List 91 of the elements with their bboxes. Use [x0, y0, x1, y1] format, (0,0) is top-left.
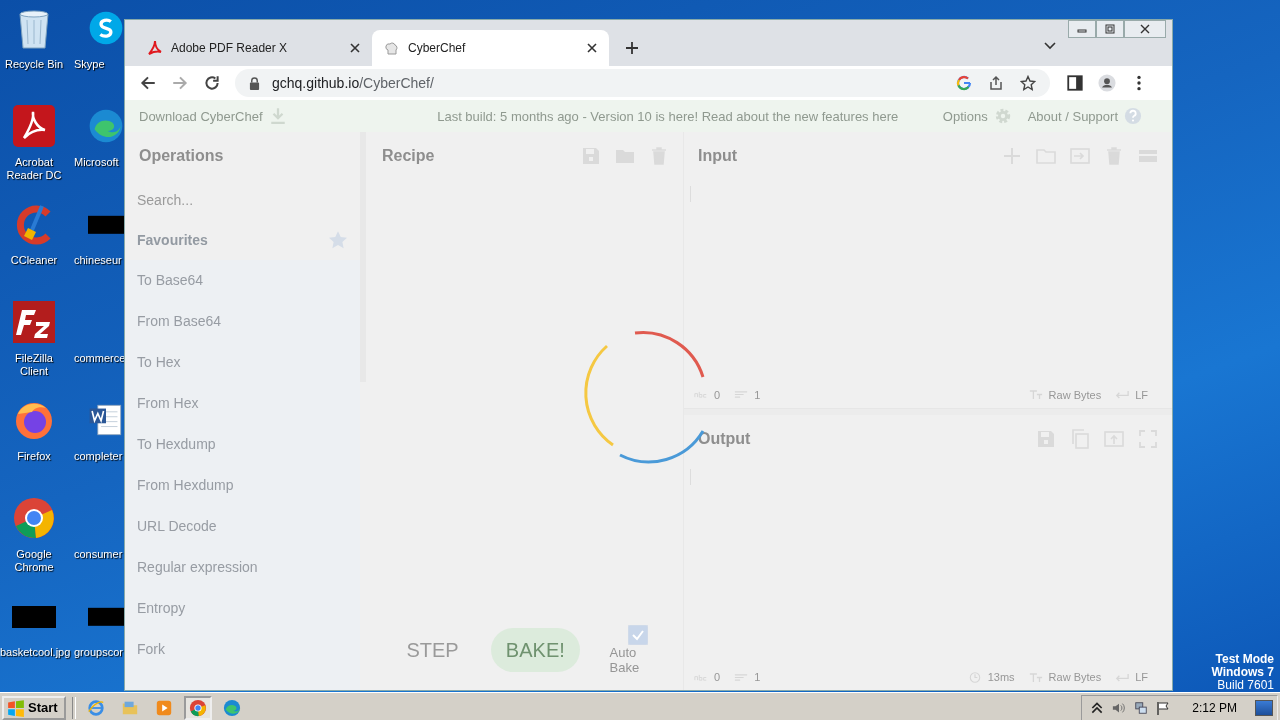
start-button[interactable]: Start	[2, 695, 66, 720]
media-player-icon[interactable]	[154, 698, 173, 717]
download-link[interactable]: Download CyberChef	[139, 108, 263, 124]
star-icon[interactable]	[1020, 75, 1036, 91]
chrome-icon[interactable]	[12, 496, 56, 540]
windows-logo-icon[interactable]	[7, 698, 25, 717]
desktop-icon-label[interactable]: FileZilla Client	[0, 352, 68, 378]
operation-item[interactable]: URL Decode	[125, 506, 360, 547]
internet-explorer-icon[interactable]	[86, 698, 105, 717]
checkbox[interactable]	[628, 625, 649, 645]
desktop-icon-label[interactable]: Firefox	[0, 450, 68, 463]
system-notice: Windows 7	[1211, 666, 1274, 679]
lines-value: 1	[754, 671, 761, 683]
desktop-icon-label[interactable]: groupscor	[74, 646, 123, 659]
panel-title: Output	[698, 429, 751, 448]
reload-icon[interactable]	[203, 74, 221, 92]
new-tab-icon[interactable]	[625, 41, 639, 55]
operation-item[interactable]: To Hexdump	[125, 424, 360, 465]
clock-icon	[967, 671, 982, 683]
desktop-icon-label[interactable]: Skype	[74, 58, 105, 71]
desktop-icon-label[interactable]: commerce	[74, 352, 126, 365]
desktop-icon-label[interactable]: chineseur	[74, 254, 122, 267]
eol-value[interactable]: LF	[1135, 671, 1148, 683]
system-notice: Build 7601	[1217, 679, 1274, 692]
chevron-down-icon[interactable]	[1044, 42, 1056, 50]
show-desktop-button[interactable]	[1255, 699, 1273, 716]
star-icon[interactable]	[328, 230, 348, 250]
system-notice: Test Mode	[1215, 653, 1274, 666]
operation-item[interactable]: From Hex	[125, 383, 360, 424]
panel-title: Operations	[139, 147, 224, 165]
auto-bake-label: Auto Bake	[609, 645, 641, 675]
minimize-button[interactable]	[1068, 20, 1096, 38]
lines-icon	[734, 671, 749, 683]
taskbar-button[interactable]	[183, 695, 212, 720]
lines-value: 1	[754, 388, 761, 401]
lock-icon[interactable]	[249, 76, 260, 90]
operation-item[interactable]: To Hex	[125, 342, 360, 383]
operation-item[interactable]: Entropy	[125, 588, 360, 629]
desktop-icon-label[interactable]: Microsoft	[74, 156, 119, 169]
restore-button[interactable]	[1096, 20, 1124, 38]
pdf-icon	[147, 40, 163, 56]
operation-item[interactable]: To Base64	[125, 260, 360, 301]
browser-tab[interactable]: CyberChef	[372, 30, 609, 66]
restore-icon[interactable]	[1104, 24, 1116, 34]
operation-item[interactable]: From Base64	[125, 301, 360, 342]
edge-icon[interactable]	[222, 698, 241, 717]
encoding-value[interactable]: Raw Bytes	[1048, 388, 1102, 401]
operation-item[interactable]: From Hexdump	[125, 465, 360, 506]
bake-button[interactable]: BAKE!	[491, 628, 580, 672]
operation-item[interactable]: Regular expression	[125, 547, 360, 588]
eol-value[interactable]: LF	[1135, 388, 1148, 401]
chrome-icon[interactable]	[188, 698, 207, 717]
bake-time-value: 13ms	[987, 671, 1015, 683]
desktop-icon-label[interactable]: Recycle Bin	[0, 58, 68, 71]
google-g-icon[interactable]	[956, 75, 972, 91]
filezilla-icon[interactable]	[12, 300, 56, 344]
chef-hat-icon	[384, 40, 400, 56]
clock[interactable]: 2:12 PM	[1192, 700, 1237, 715]
version-notice[interactable]: Last build: 5 months ago - Version 10 is here! Read about the new features here	[302, 108, 943, 124]
panel-title: Recipe	[382, 147, 435, 165]
length-value: 0	[714, 671, 721, 683]
step-button[interactable]: STEP	[394, 637, 472, 663]
lines-icon	[734, 389, 749, 400]
show-hidden-icons-icon[interactable]	[1090, 700, 1105, 715]
desktop-icon-label[interactable]: Google Chrome	[0, 548, 68, 574]
network-icon[interactable]	[1134, 700, 1149, 715]
desktop-icon-label[interactable]: CCleaner	[0, 254, 68, 267]
close-icon[interactable]	[587, 43, 597, 53]
length-value: 0	[714, 388, 721, 401]
url-text[interactable]: gchq.github.io/CyberChef/	[272, 75, 434, 91]
close-icon[interactable]	[1139, 24, 1151, 34]
close-button[interactable]	[1124, 20, 1166, 38]
acrobat-icon[interactable]	[12, 104, 56, 148]
about-link[interactable]: About / Support	[1027, 108, 1118, 124]
desktop-icon-label[interactable]: Acrobat Reader DC	[0, 156, 68, 182]
desktop-icon-label[interactable]: basketcool.jpg	[0, 646, 68, 659]
close-icon[interactable]	[350, 43, 360, 53]
flag-icon[interactable]	[1156, 700, 1171, 715]
operation-item[interactable]: Fork	[125, 629, 360, 670]
share-icon[interactable]	[988, 75, 1004, 91]
desktop-icon-label[interactable]: completer	[74, 450, 123, 463]
panel-title: Input	[698, 147, 738, 165]
profile-icon[interactable]	[1098, 74, 1116, 92]
address-bar[interactable]: gchq.github.io/CyberChef/	[235, 69, 1050, 97]
browser-tab[interactable]: Adobe PDF Reader X	[135, 30, 372, 66]
desktop-icon-label[interactable]: consumer	[74, 548, 123, 561]
back-icon[interactable]	[139, 74, 157, 92]
forward-icon[interactable]	[171, 74, 189, 92]
options-link[interactable]: Options	[942, 108, 988, 124]
encoding-value[interactable]: Raw Bytes	[1048, 671, 1102, 683]
side-panel-icon[interactable]	[1066, 74, 1084, 92]
